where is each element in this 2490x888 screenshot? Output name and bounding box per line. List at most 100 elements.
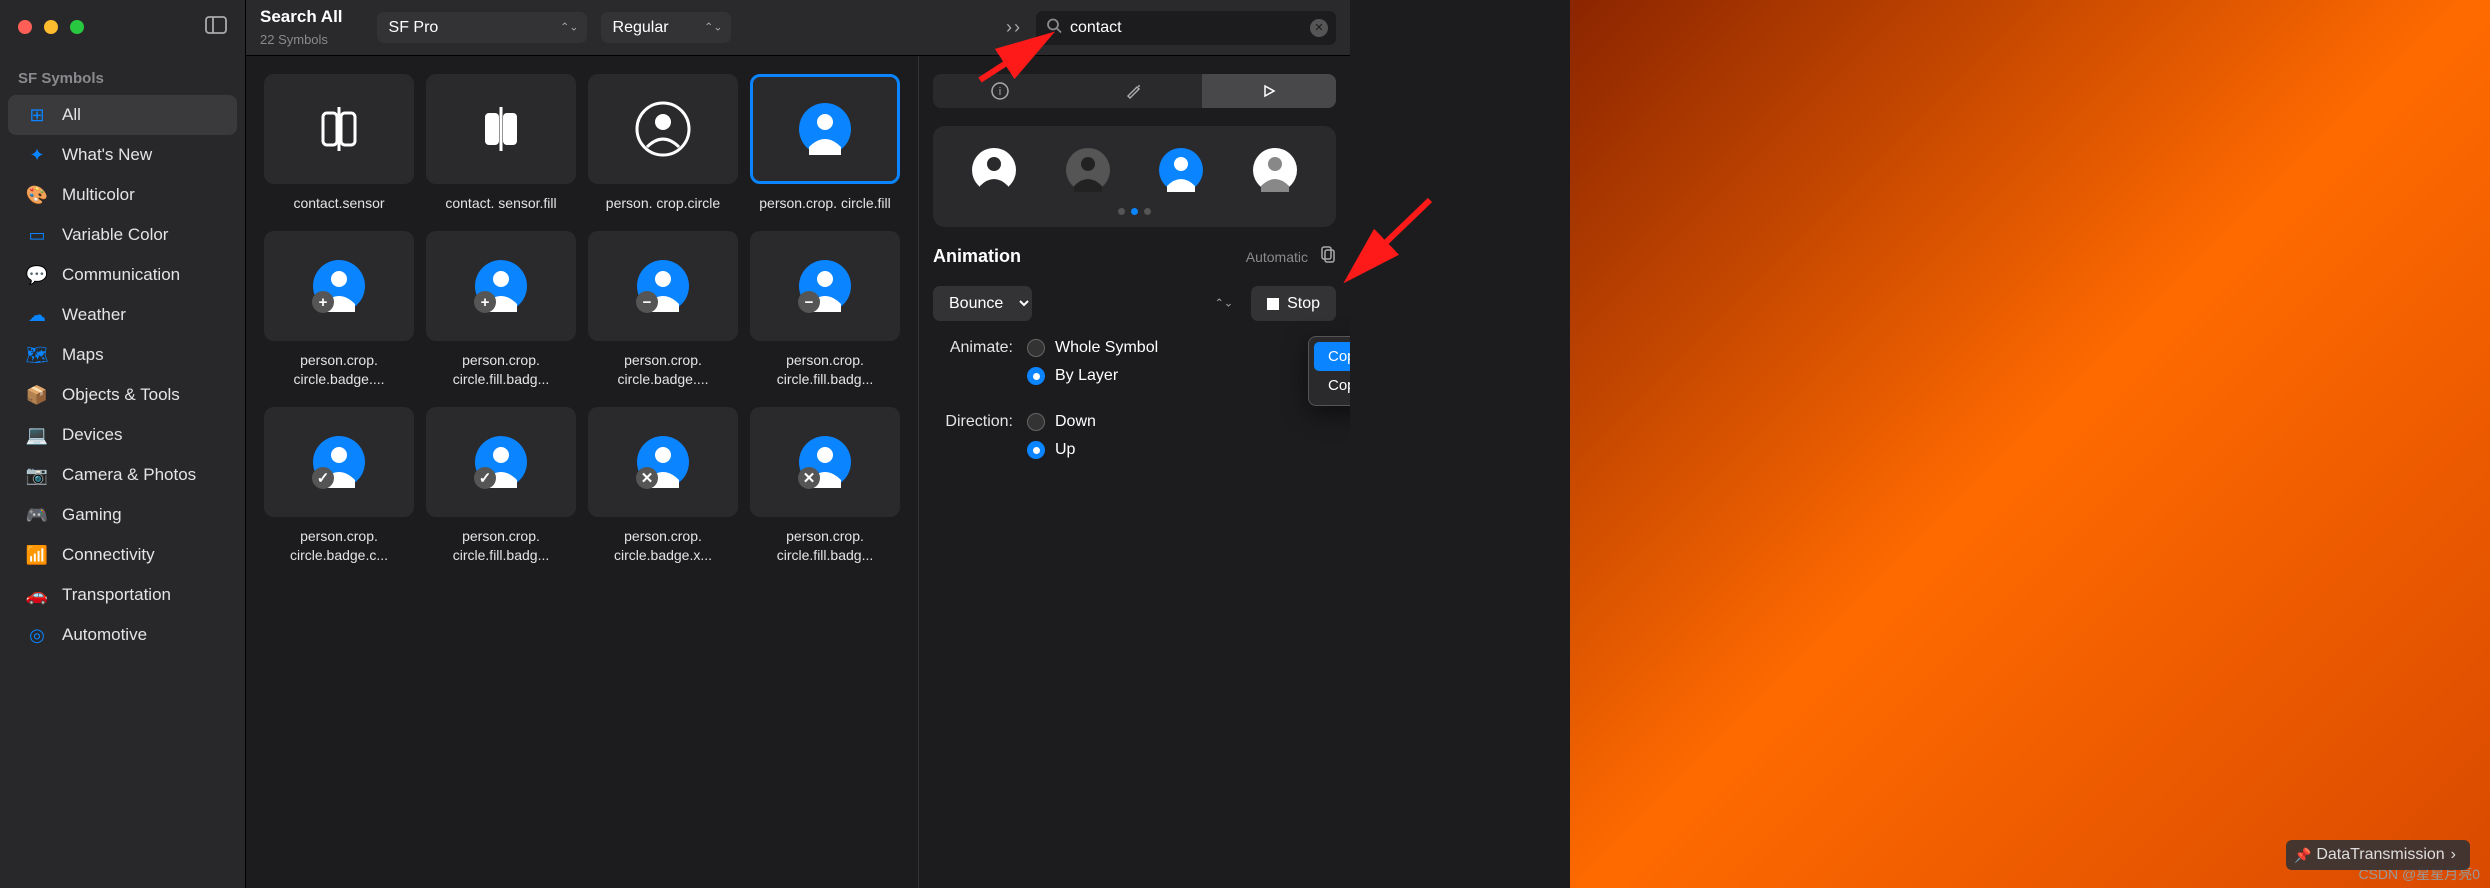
variant-gray <box>1064 146 1112 194</box>
animate-option[interactable]: Whole Symbol <box>1027 339 1158 357</box>
desktop-background <box>1570 0 2490 888</box>
symbol-name: contact. sensor.fill <box>426 194 576 213</box>
sidebar-item-objects-tools[interactable]: 📦Objects & Tools <box>8 375 237 415</box>
game-icon: 🎮 <box>26 504 48 526</box>
tab-animation[interactable] <box>1202 74 1336 108</box>
sidebar-item-communication[interactable]: 💬Communication <box>8 255 237 295</box>
stop-button[interactable]: Stop <box>1251 286 1336 321</box>
toolbar: Search All 22 Symbols SF Pro Regular ›› … <box>246 0 1350 56</box>
symbol-thumb[interactable]: ✕ <box>588 407 738 517</box>
symbol-thumb[interactable]: + <box>426 231 576 341</box>
sidebar-item-label: Maps <box>62 345 104 365</box>
sidebar-item-label: Gaming <box>62 505 122 525</box>
direction-option[interactable]: Down <box>1027 413 1096 431</box>
variant-white <box>970 146 1018 194</box>
content: contact.sensor contact. sensor.fill person… <box>246 56 1350 888</box>
sidebar-list: ⊞All ✦ What's New 🎨Multicolor▭Variable Colo… <box>0 95 245 655</box>
symbol-cell[interactable]: contact. sensor.fill <box>426 74 576 213</box>
sidebar-item-automotive[interactable]: ◎Automotive <box>8 615 237 655</box>
annotation-arrow-search <box>970 30 1060 95</box>
page-dots[interactable] <box>947 208 1322 215</box>
minimize-window[interactable] <box>44 20 58 34</box>
sidebar-item-devices[interactable]: 💻Devices <box>8 415 237 455</box>
direction-option[interactable]: Up <box>1027 441 1096 459</box>
data-transmission-badge[interactable]: DataTransmission› <box>2286 840 2470 870</box>
weight-dropdown[interactable]: Regular <box>601 12 731 43</box>
annotation-arrow-menu <box>1340 190 1440 295</box>
symbol-cell[interactable]: ✓person.crop. circle.badge.c... <box>264 407 414 565</box>
symbol-cell[interactable]: ✕person.crop. circle.badge.x... <box>588 407 738 565</box>
effect-dropdown[interactable]: Bounce <box>933 286 1032 321</box>
inspector: i Animation Automatic <box>918 56 1350 888</box>
copy-config-icon[interactable] <box>1318 245 1336 268</box>
symbol-thumb[interactable]: ✕ <box>750 407 900 517</box>
sidebar-item-what-s-new[interactable]: ✦ What's New <box>8 135 237 175</box>
symbol-cell[interactable]: −person.crop. circle.fill.badg... <box>750 231 900 389</box>
variant-blue <box>1157 146 1205 194</box>
sidebar-item-variable-color[interactable]: ▭Variable Color <box>8 215 237 255</box>
svg-text:✕: ✕ <box>641 470 654 487</box>
sidebar-section-title: SF Symbols <box>0 52 245 95</box>
sidebar-toggle-icon[interactable] <box>205 14 227 40</box>
symbol-cell[interactable]: person. crop.circle <box>588 74 738 213</box>
symbol-thumb[interactable] <box>426 74 576 184</box>
sidebar-item-maps[interactable]: 🗺 Maps <box>8 335 237 375</box>
symbol-thumb[interactable] <box>750 74 900 184</box>
sidebar-item-label: Weather <box>62 305 126 325</box>
wifi-icon: 📶 <box>26 544 48 566</box>
symbol-thumb[interactable] <box>264 74 414 184</box>
svg-text:+: + <box>481 294 490 311</box>
symbol-thumb[interactable] <box>588 74 738 184</box>
map-icon: 🗺 <box>26 344 48 366</box>
symbol-thumb[interactable]: ✓ <box>426 407 576 517</box>
font-dropdown[interactable]: SF Pro <box>377 12 587 43</box>
symbol-thumb[interactable]: − <box>588 231 738 341</box>
sidebar-item-multicolor[interactable]: 🎨Multicolor <box>8 175 237 215</box>
symbol-name: person.crop. circle.fill.badg... <box>750 527 900 565</box>
stop-icon <box>1267 298 1279 310</box>
sidebar-item-label: Multicolor <box>62 185 135 205</box>
sparkle-icon: ✦ <box>26 144 48 166</box>
symbol-cell[interactable]: contact.sensor <box>264 74 414 213</box>
symbol-cell[interactable]: ✕ person.crop. circle.fill.badg... <box>750 407 900 565</box>
symbol-thumb[interactable]: − <box>750 231 900 341</box>
symbol-grid-area[interactable]: contact.sensor contact. sensor.fill person… <box>246 56 918 888</box>
animate-option[interactable]: By Layer <box>1027 367 1158 385</box>
sidebar-item-gaming[interactable]: 🎮 Gaming <box>8 495 237 535</box>
svg-text:+: + <box>319 294 328 311</box>
symbol-name: contact.sensor <box>264 194 414 213</box>
menu-copy-objc[interactable]: Copy Configuration for Objective-C <box>1314 371 1350 400</box>
direction-label: Direction: <box>933 413 1013 459</box>
zoom-window[interactable] <box>70 20 84 34</box>
svg-text:✓: ✓ <box>317 470 330 487</box>
symbol-cell[interactable]: − person.crop. circle.badge.... <box>588 231 738 389</box>
tab-color[interactable] <box>1067 74 1201 108</box>
symbol-thumb[interactable]: + <box>264 231 414 341</box>
symbol-name: person.crop. circle.badge.... <box>264 351 414 389</box>
title-block: Search All 22 Symbols <box>260 7 343 47</box>
sidebar-item-all[interactable]: ⊞All <box>8 95 237 135</box>
sidebar-item-camera-photos[interactable]: 📷Camera & Photos <box>8 455 237 495</box>
menu-copy-swift[interactable]: Copy Configuration for Swift <box>1314 342 1350 371</box>
symbol-cell[interactable]: + person.crop. circle.badge.... <box>264 231 414 389</box>
search-field: ✕ <box>1036 11 1336 45</box>
symbol-thumb[interactable]: ✓ <box>264 407 414 517</box>
symbol-name: person.crop. circle.badge.... <box>588 351 738 389</box>
window-controls <box>0 0 245 52</box>
symbol-cell[interactable]: ✓person.crop. circle.fill.badg... <box>426 407 576 565</box>
variant-outlined <box>1251 146 1299 194</box>
sidebar-item-label: All <box>62 105 81 125</box>
preview-variants <box>947 146 1322 194</box>
sidebar-item-transportation[interactable]: 🚗Transportation <box>8 575 237 615</box>
sidebar-item-weather[interactable]: ☁Weather <box>8 295 237 335</box>
symbol-cell[interactable]: person.crop. circle.fill <box>750 74 900 213</box>
clear-search-icon[interactable]: ✕ <box>1310 19 1328 37</box>
sidebar-item-label: What's New <box>62 145 152 165</box>
sf-symbols-window: SF Symbols ⊞All ✦ What's New 🎨Multicolor▭Va… <box>0 0 1350 888</box>
close-window[interactable] <box>18 20 32 34</box>
symbol-name: person.crop. circle.fill.badg... <box>426 351 576 389</box>
search-input[interactable] <box>1036 11 1336 45</box>
box-icon: 📦 <box>26 384 48 406</box>
sidebar-item-connectivity[interactable]: 📶Connectivity <box>8 535 237 575</box>
symbol-cell[interactable]: + person.crop. circle.fill.badg... <box>426 231 576 389</box>
